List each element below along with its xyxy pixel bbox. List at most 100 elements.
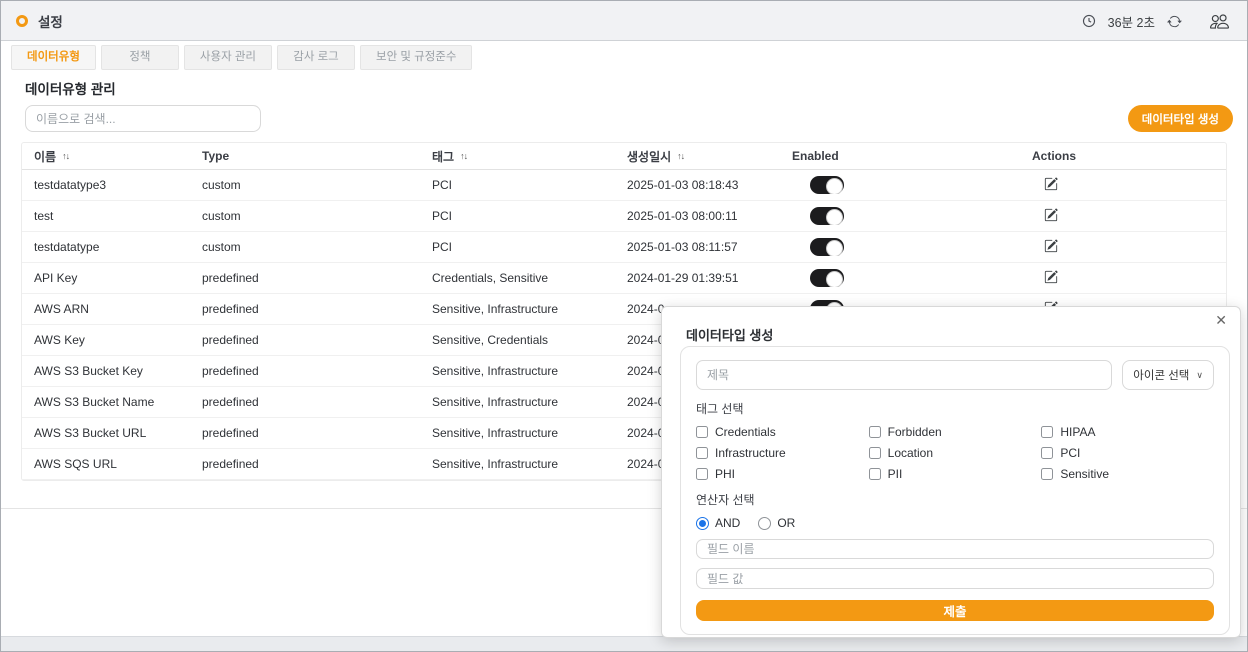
name-cell: testdatatype [34,240,100,254]
icon-select-dropdown[interactable]: 아이콘 선택 ∨ [1122,360,1214,390]
sort-icon[interactable]: ↑↓ [677,151,685,161]
edit-icon[interactable] [1044,269,1058,284]
tag-checkbox-phi[interactable]: PHI [696,467,869,481]
type-cell: predefined [202,364,259,378]
created-cell: 2024-01-29 01:39:51 [627,271,739,285]
table-row: test custom PCI 2025-01-03 08:00:11 [22,201,1226,232]
name-cell: AWS Key [34,333,85,347]
type-cell: custom [202,178,241,192]
operator-option-label: AND [715,516,741,530]
column-label: Enabled [792,149,839,163]
tab-5[interactable]: 보안 및 규정준수 [360,45,473,70]
tag-checkbox-pii[interactable]: PII [868,467,1042,481]
tag-option-label: Credentials [715,425,776,439]
column-header-이름[interactable]: 이름 ↑↓ [22,148,190,165]
tag-checkbox-pci[interactable]: PCI [1041,446,1214,460]
type-cell: predefined [202,395,259,409]
create-datatype-button[interactable]: 데이터타입 생성 [1127,105,1233,132]
created-cell: 2025-01-03 08:00:11 [627,209,738,223]
header-actions: 36분 2초 [1082,1,1229,41]
tags-cell: Sensitive, Infrastructure [432,302,559,316]
close-icon[interactable]: ✕ [1215,313,1227,327]
tags-label: 태그 선택 [696,402,744,416]
actions-cell [1020,269,1226,287]
tag-option-label: Sensitive [1060,467,1110,481]
clock-icon [1082,14,1096,28]
section-title: 데이터유형 관리 [25,82,116,97]
name-cell: API Key [34,271,78,285]
tag-checkbox-credentials[interactable]: Credentials [696,425,869,439]
app-header: 설정 36분 2초 [1,1,1247,41]
tags-cell: Sensitive, Infrastructure [432,426,559,440]
tab-2[interactable]: 정책 [100,45,179,70]
tag-checkbox-sensitive[interactable]: Sensitive [1041,467,1214,481]
enabled-toggle[interactable] [810,269,844,287]
checkbox-icon [868,447,881,459]
checkbox-icon [1041,447,1054,459]
created-cell: 2025-01-03 08:18:43 [627,178,739,192]
tab-4[interactable]: 감사 로그 [277,45,356,70]
type-cell: predefined [202,457,259,471]
enabled-toggle[interactable] [810,176,844,194]
field-name-input[interactable] [696,539,1214,560]
table-row: testdatatype3 custom PCI 2025-01-03 08:18:4… [22,170,1226,201]
tags-cell: Credentials, Sensitive [432,271,549,285]
type-cell: predefined [202,426,259,440]
name-cell: AWS S3 Bucket Name [34,395,155,409]
tab-3[interactable]: 사용자 관리 [183,45,273,70]
edit-icon[interactable] [1044,238,1058,253]
operator-radio-and[interactable]: AND [696,516,740,530]
tab-1[interactable]: 데이터유형 [11,45,96,70]
refresh-icon[interactable] [1167,14,1182,29]
tag-option-label: PII [887,467,903,481]
table-row: testdatatype custom PCI 2025-01-03 08:11:57 [22,232,1226,263]
tag-checkbox-forbidden[interactable]: Forbidden [868,425,1042,439]
actions-cell [1020,207,1226,225]
name-cell: AWS ARN [34,302,89,316]
tag-checkbox-location[interactable]: Location [868,446,1042,460]
operator-radio-or[interactable]: OR [758,516,795,530]
tags-cell: Sensitive, Credentials [432,333,549,347]
submit-button[interactable]: 제출 [696,599,1214,621]
chevron-down-icon: ∨ [1196,369,1203,380]
column-header-생성일시[interactable]: 생성일시 ↑↓ [615,148,780,165]
created-cell: 2025-01-03 08:11:57 [627,240,738,254]
search-input[interactable] [25,105,261,132]
tab-bar: 데이터유형 정책 사용자 관리 감사 로그 보안 및 규정준수 [11,45,473,70]
column-header-태그[interactable]: 태그 ↑↓ [420,148,615,165]
column-header-enabled: Enabled [780,149,1020,163]
tag-option-label: HIPAA [1060,425,1096,439]
edit-icon[interactable] [1044,207,1058,222]
actions-cell [1020,176,1226,194]
enabled-toggle[interactable] [810,207,844,225]
sort-icon[interactable]: ↑↓ [460,151,468,161]
tag-option-label: PHI [715,467,736,481]
enabled-cell [780,207,1020,225]
modal-title: 데이터타입 생성 [686,328,774,343]
users-icon[interactable] [1210,12,1229,31]
tag-option-label: Location [887,446,934,460]
sort-icon[interactable]: ↑↓ [62,151,70,161]
tag-checkbox-infrastructure[interactable]: Infrastructure [696,446,869,460]
operator-label: 연산자 선택 [696,493,755,507]
settings-logo-icon [16,14,28,27]
enabled-cell [780,269,1020,287]
operator-option-label: OR [777,516,796,530]
tag-option-label: Forbidden [887,425,942,439]
column-label: 생성일시 [627,149,672,164]
app-window: 설정 36분 2초 데이터유형 정책 사용자 관리 감사 로그 보안 및 규정준… [0,0,1248,652]
enabled-toggle[interactable] [810,238,844,256]
column-label: Actions [1032,149,1077,163]
radio-icon [696,516,709,530]
type-cell: custom [202,240,241,254]
modal-form: 아이콘 선택 ∨ 태그 선택 Credentials Forbidden HIPAA… [680,346,1230,635]
field-value-input[interactable] [696,568,1214,589]
tag-checkbox-grid: Credentials Forbidden HIPAA Infrastructure L… [696,425,1214,481]
column-header-type: Type [190,149,420,163]
tag-checkbox-hipaa[interactable]: HIPAA [1041,425,1214,439]
title-input[interactable] [696,360,1113,390]
enabled-cell [780,176,1020,194]
edit-icon[interactable] [1044,176,1058,191]
page-title: 설정 [38,14,63,30]
enabled-cell [780,238,1020,256]
